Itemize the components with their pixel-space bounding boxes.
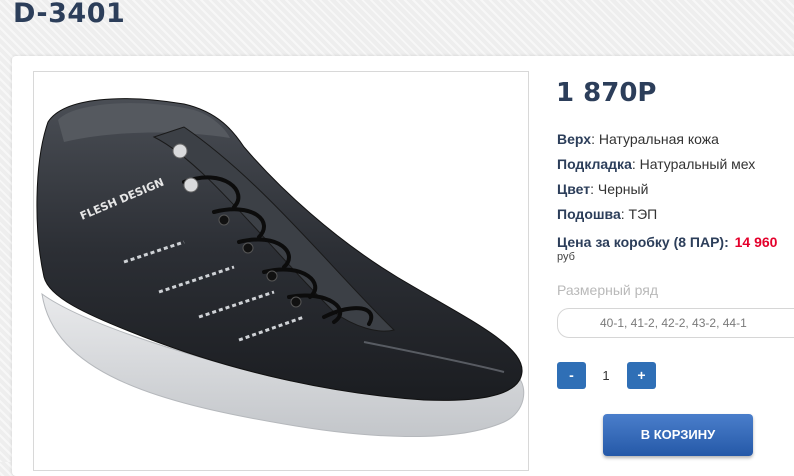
spec-upper-value: Натуральная кожа [598,131,719,147]
spec-lining-key: Подкладка [557,156,632,172]
spec-color: Цвет: Черный [557,181,649,197]
size-range-label: Размерный ряд [557,282,659,298]
spec-sole-value: ТЭП [628,206,658,222]
box-price-value: 14 960 [734,234,778,250]
spec-sole-key: Подошва [557,206,621,222]
box-price-label: Цена за коробку (8 ПАР): [557,234,729,250]
currency-label: руб [557,251,575,263]
box-price: Цена за коробку (8 ПАР): 14 960 [557,234,777,250]
page-title: D-3401 [13,0,126,29]
add-to-cart-button[interactable]: В КОРЗИНУ [603,414,753,456]
spec-upper-key: Верх [557,131,592,147]
spec-color-value: Черный [597,181,649,197]
spec-lining-value: Натуральный мех [639,156,756,172]
product-price: 1 870Р [556,78,657,108]
spec-upper: Верх: Натуральная кожа [557,131,719,147]
quantity-input[interactable]: 1 [586,362,626,389]
product-image[interactable]: FLESH DESIGN [33,71,529,471]
spec-sole: Подошва: ТЭП [557,206,658,222]
spec-lining: Подкладка: Натуральный мех [557,156,756,172]
quantity-increase-button[interactable]: + [627,362,656,389]
quantity-decrease-button[interactable]: - [557,362,586,389]
shoe-illustration: FLESH DESIGN [36,98,525,437]
size-range-field[interactable]: 40-1, 41-2, 42-2, 43-2, 44-1 [557,308,794,338]
spec-color-key: Цвет [557,181,591,197]
